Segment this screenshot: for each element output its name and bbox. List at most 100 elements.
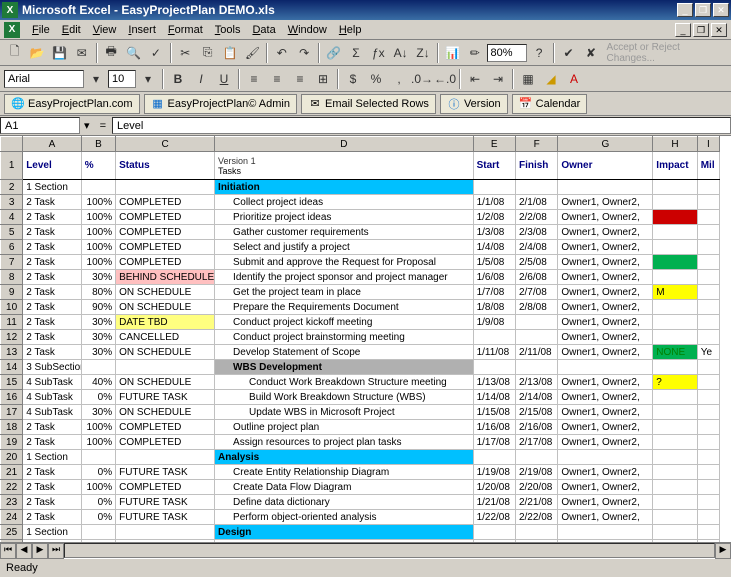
cell[interactable]: FUTURE TASK bbox=[116, 510, 215, 525]
row-header[interactable]: 3 bbox=[1, 195, 23, 210]
cell[interactable]: 4 SubTask bbox=[23, 390, 82, 405]
cell[interactable]: 4 SubTask bbox=[23, 405, 82, 420]
cell[interactable] bbox=[653, 465, 697, 480]
cell[interactable] bbox=[697, 480, 719, 495]
percent-icon[interactable]: % bbox=[365, 68, 387, 90]
decrease-decimal-icon[interactable]: ←.0 bbox=[434, 68, 456, 90]
menu-insert[interactable]: Insert bbox=[122, 22, 162, 38]
fill-color-icon[interactable]: ◢ bbox=[540, 68, 562, 90]
cell[interactable]: Update WBS in Microsoft Project bbox=[215, 405, 474, 420]
cell[interactable]: COMPLETED bbox=[116, 420, 215, 435]
cell[interactable]: Design data model bbox=[215, 540, 474, 543]
cell[interactable]: Mil bbox=[697, 152, 719, 180]
row-header[interactable]: 26 bbox=[1, 540, 23, 543]
cell[interactable]: 1/8/08 bbox=[473, 300, 515, 315]
row-header[interactable]: 20 bbox=[1, 450, 23, 465]
row-header[interactable]: 7 bbox=[1, 255, 23, 270]
cell[interactable] bbox=[473, 360, 515, 375]
cell[interactable]: Build Work Breakdown Structure (WBS) bbox=[215, 390, 474, 405]
cell[interactable]: 2/24/08 bbox=[515, 540, 557, 543]
cell[interactable]: ? bbox=[653, 375, 697, 390]
print-icon[interactable]: 🖶 bbox=[101, 42, 122, 64]
cell[interactable] bbox=[515, 180, 557, 195]
cell[interactable] bbox=[558, 450, 653, 465]
undo-icon[interactable]: ↶ bbox=[271, 42, 292, 64]
cell[interactable]: 2/11/08 bbox=[515, 345, 557, 360]
row-header[interactable]: 17 bbox=[1, 405, 23, 420]
cell[interactable] bbox=[653, 270, 697, 285]
cell[interactable]: Status bbox=[116, 152, 215, 180]
cell[interactable]: Conduct Work Breakdown Structure meeting bbox=[215, 375, 474, 390]
merge-icon[interactable]: ⊞ bbox=[312, 68, 334, 90]
cell[interactable]: 1/11/08 bbox=[473, 345, 515, 360]
col-header-C[interactable]: C bbox=[116, 137, 215, 152]
cell[interactable]: Prioritize project ideas bbox=[215, 210, 474, 225]
cell[interactable]: 30% bbox=[81, 330, 115, 345]
cell[interactable]: Owner1, Owner2, bbox=[558, 540, 653, 543]
cell[interactable] bbox=[81, 525, 115, 540]
cell[interactable] bbox=[697, 360, 719, 375]
cell[interactable]: 2 Task bbox=[23, 330, 82, 345]
tab-prev-icon[interactable]: ◀ bbox=[16, 543, 32, 559]
cell[interactable] bbox=[515, 330, 557, 345]
cell[interactable]: FUTURE TASK bbox=[116, 495, 215, 510]
cell[interactable]: Owner1, Owner2, bbox=[558, 330, 653, 345]
col-header-E[interactable]: E bbox=[473, 137, 515, 152]
menu-file[interactable]: File bbox=[26, 22, 56, 38]
cell[interactable]: 2 Task bbox=[23, 465, 82, 480]
cell[interactable]: 0% bbox=[81, 510, 115, 525]
cell[interactable]: 90% bbox=[81, 300, 115, 315]
cell[interactable]: Owner1, Owner2, bbox=[558, 225, 653, 240]
cell[interactable] bbox=[697, 510, 719, 525]
cell[interactable]: COMPLETED bbox=[116, 225, 215, 240]
row-header[interactable]: 1 bbox=[1, 152, 23, 180]
col-header-A[interactable]: A bbox=[23, 137, 82, 152]
name-dropdown-icon[interactable]: ▾ bbox=[80, 119, 94, 132]
cell[interactable] bbox=[697, 240, 719, 255]
version-button[interactable]: ⓘVersion bbox=[440, 94, 508, 114]
cell[interactable]: 4 SubTask bbox=[23, 375, 82, 390]
cell[interactable]: 2/3/08 bbox=[515, 225, 557, 240]
cell[interactable] bbox=[653, 405, 697, 420]
cell[interactable]: 1/4/08 bbox=[473, 240, 515, 255]
menu-tools[interactable]: Tools bbox=[209, 22, 247, 38]
cell[interactable]: 2/5/08 bbox=[515, 255, 557, 270]
cell[interactable] bbox=[653, 240, 697, 255]
cell[interactable] bbox=[697, 420, 719, 435]
row-header[interactable]: 16 bbox=[1, 390, 23, 405]
cell[interactable]: Owner1, Owner2, bbox=[558, 315, 653, 330]
cell[interactable] bbox=[558, 180, 653, 195]
dropdown-icon[interactable]: ▾ bbox=[85, 68, 107, 90]
increase-indent-icon[interactable]: ⇥ bbox=[487, 68, 509, 90]
increase-decimal-icon[interactable]: .0→ bbox=[411, 68, 433, 90]
cell[interactable]: M bbox=[653, 285, 697, 300]
format-painter-icon[interactable]: 🖌 bbox=[242, 42, 263, 64]
cell[interactable] bbox=[473, 330, 515, 345]
menu-window[interactable]: Window bbox=[282, 22, 333, 38]
calendar-button[interactable]: 📅Calendar bbox=[512, 94, 588, 114]
align-center-icon[interactable]: ≡ bbox=[266, 68, 288, 90]
cell[interactable]: COMPLETED bbox=[116, 435, 215, 450]
cell[interactable]: 2 Task bbox=[23, 420, 82, 435]
cell[interactable] bbox=[697, 465, 719, 480]
cell[interactable]: Design bbox=[215, 525, 474, 540]
tab-next-icon[interactable]: ▶ bbox=[32, 543, 48, 559]
align-right-icon[interactable]: ≡ bbox=[289, 68, 311, 90]
cell[interactable] bbox=[653, 480, 697, 495]
cell[interactable]: FUTURE TASK bbox=[116, 465, 215, 480]
cell[interactable]: 80% bbox=[81, 285, 115, 300]
cell[interactable]: Prepare the Requirements Document bbox=[215, 300, 474, 315]
cell[interactable]: 100% bbox=[81, 195, 115, 210]
cell[interactable]: Owner1, Owner2, bbox=[558, 435, 653, 450]
cell[interactable] bbox=[697, 180, 719, 195]
row-header[interactable]: 5 bbox=[1, 225, 23, 240]
cell[interactable] bbox=[697, 285, 719, 300]
cell[interactable] bbox=[697, 435, 719, 450]
col-header-I[interactable]: I bbox=[697, 137, 719, 152]
cell[interactable]: 2 Task bbox=[23, 510, 82, 525]
cell[interactable] bbox=[558, 360, 653, 375]
cell[interactable]: Assign resources to project plan tasks bbox=[215, 435, 474, 450]
menu-format[interactable]: Format bbox=[162, 22, 209, 38]
col-header-D[interactable]: D bbox=[215, 137, 474, 152]
cell[interactable]: Version 1Tasks bbox=[215, 152, 474, 180]
